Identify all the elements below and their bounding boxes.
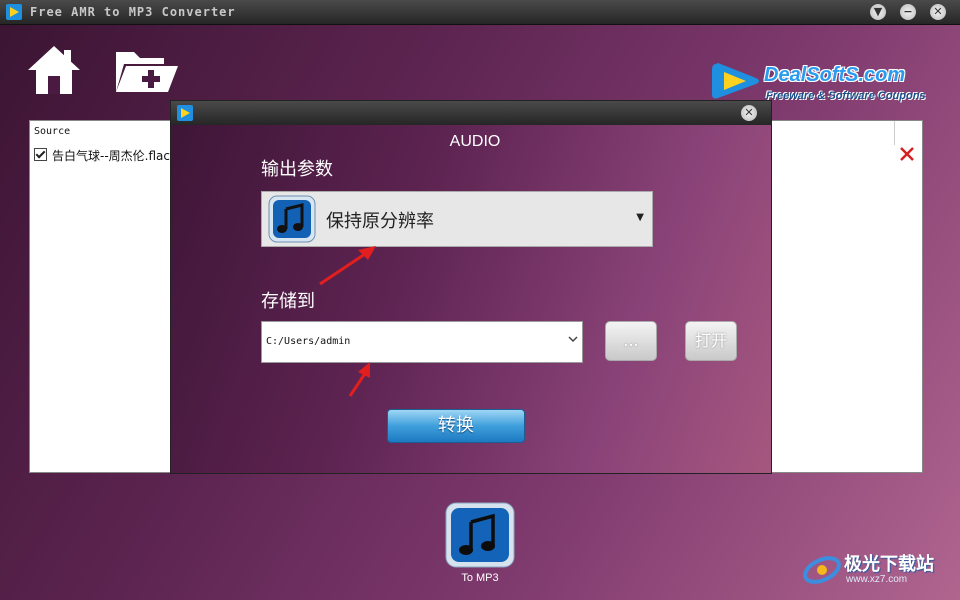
chevron-down-icon: ▼ [636, 212, 644, 223]
dealsofts-logo: DealSoftS.com Freeware & Software Coupon… [710, 58, 940, 106]
menu-dropdown-button[interactable]: ▼ [870, 4, 886, 20]
delete-icon[interactable] [898, 145, 916, 163]
dealsofts-logo-icon [712, 63, 759, 99]
logo-brand: DealSoftS.com [764, 64, 906, 86]
logo-tagline: Freeware & Software Coupons [766, 90, 926, 102]
output-path-select[interactable]: C:/Users/admin [261, 321, 583, 363]
watermark-text: 极光下载站 [844, 554, 934, 575]
output-params-label: 输出参数 [261, 159, 333, 180]
dialog-heading: AUDIO [449, 133, 501, 150]
audio-settings-dialog: ✕ AUDIO 输出参数 保持原分辨率 ▼ 存储到 C:/Users/admin… [170, 100, 772, 474]
convert-button[interactable]: 转换 [387, 409, 525, 443]
to-mp3-button[interactable] [445, 502, 515, 568]
home-icon[interactable] [26, 44, 82, 96]
save-to-label: 存储到 [261, 291, 315, 312]
chevron-down-icon [568, 336, 578, 343]
format-value: 保持原分辨率 [326, 211, 434, 232]
watermark-logo-icon [803, 556, 841, 584]
dialog-close-button[interactable]: ✕ [741, 105, 757, 121]
watermark-url: www.xz7.com [846, 574, 908, 585]
source-column-header: Source [34, 126, 71, 137]
file-checkbox[interactable] [34, 148, 47, 161]
music-note-icon [268, 195, 316, 243]
app-icon [177, 105, 193, 121]
dialog-title-bar: ✕ [171, 101, 771, 125]
open-folder-button[interactable]: 打开 [685, 321, 737, 361]
list-item[interactable]: 告白气球--周杰伦.flac [34, 147, 170, 163]
minimize-button[interactable]: − [900, 4, 916, 20]
title-bar: Free AMR to MP3 Converter ▼ − ✕ [0, 0, 960, 25]
browse-button[interactable]: ... [605, 321, 657, 361]
app-icon [6, 4, 22, 20]
file-name: 告白气球--周杰伦.flac [52, 149, 170, 163]
output-format-select[interactable]: 保持原分辨率 ▼ [261, 191, 653, 247]
to-mp3-label: To MP3 [461, 572, 499, 584]
close-button[interactable]: ✕ [930, 4, 946, 20]
watermark: 极光下载站 www.xz7.com [800, 548, 960, 594]
window-title: Free AMR to MP3 Converter [30, 5, 236, 19]
output-path-value: C:/Users/admin [266, 336, 351, 347]
column-divider [894, 121, 895, 145]
add-folder-icon[interactable] [112, 44, 180, 96]
